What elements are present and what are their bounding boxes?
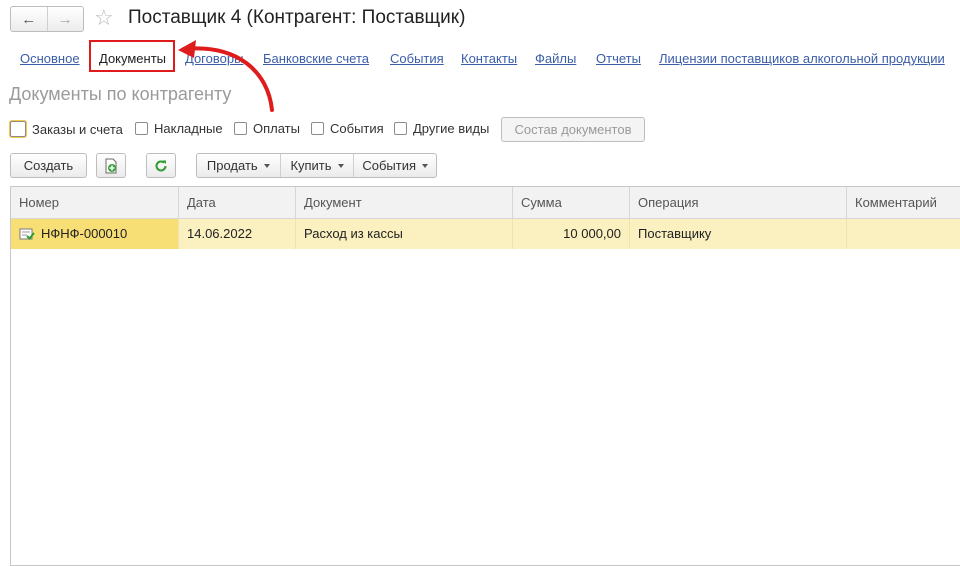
add-document-icon — [105, 158, 117, 173]
column-header-number[interactable]: Номер — [11, 187, 179, 218]
back-button[interactable]: ← — [11, 7, 47, 31]
column-header-comment[interactable]: Комментарий — [847, 187, 960, 218]
window-title: Поставщик 4 (Контрагент: Поставщик) — [128, 7, 466, 28]
cell-date[interactable]: 14.06.2022 — [179, 219, 296, 249]
column-header-operation[interactable]: Операция — [630, 187, 847, 218]
create-button[interactable]: Создать — [10, 153, 87, 178]
column-header-sum[interactable]: Сумма — [513, 187, 630, 218]
buy-dropdown[interactable]: Купить — [279, 154, 354, 177]
filter-orders-checkbox[interactable]: Заказы и счета — [10, 121, 123, 137]
events-dropdown[interactable]: События — [353, 154, 436, 177]
arrow-left-icon: ← — [21, 10, 37, 28]
documents-table: Номер Дата Документ Сумма Операция Комме… — [10, 186, 960, 566]
section-title: Документы по контрагенту — [9, 84, 232, 104]
tab-reports[interactable]: Отчеты — [596, 51, 641, 67]
tab-licenses[interactable]: Лицензии поставщиков алкогольной продукц… — [659, 51, 945, 67]
add-document-button[interactable] — [96, 153, 126, 178]
chevron-down-icon — [263, 163, 270, 168]
filter-invoices-checkbox[interactable]: Накладные — [135, 121, 223, 136]
sell-dropdown[interactable]: Продать — [197, 154, 280, 177]
checkbox-box — [135, 122, 148, 135]
column-header-document[interactable]: Документ — [296, 187, 513, 218]
cell-operation[interactable]: Поставщику — [630, 219, 847, 249]
navigation-buttons: ← → — [10, 6, 84, 32]
cell-number[interactable]: НФНФ-000010 — [11, 219, 179, 249]
tab-main[interactable]: Основное — [20, 51, 80, 67]
checkbox-box — [234, 122, 247, 135]
filter-events-checkbox[interactable]: События — [311, 121, 384, 136]
forward-button[interactable]: → — [46, 7, 84, 31]
tab-contracts[interactable]: Договоры — [185, 51, 243, 67]
cell-document[interactable]: Расход из кассы — [296, 219, 513, 249]
cell-comment[interactable] — [847, 219, 960, 249]
filter-payments-checkbox[interactable]: Оплаты — [234, 121, 300, 136]
chevron-down-icon — [337, 163, 344, 168]
refresh-icon — [155, 159, 167, 171]
tab-events[interactable]: События — [390, 51, 444, 67]
checkbox-box — [394, 122, 407, 135]
chevron-down-icon — [422, 163, 429, 168]
tab-files[interactable]: Файлы — [535, 51, 576, 67]
checkbox-box — [311, 122, 324, 135]
checkbox-box — [10, 121, 26, 137]
tab-bank-accounts[interactable]: Банковские счета — [263, 51, 369, 67]
table-row[interactable]: НФНФ-000010 14.06.2022 Расход из кассы 1… — [11, 219, 960, 249]
arrow-right-icon: → — [57, 10, 73, 28]
filter-other-checkbox[interactable]: Другие виды — [394, 121, 489, 136]
posted-document-icon — [19, 228, 35, 240]
column-header-date[interactable]: Дата — [179, 187, 296, 218]
cell-sum[interactable]: 10 000,00 — [513, 219, 630, 249]
refresh-button[interactable] — [146, 153, 176, 178]
documents-composition-button[interactable]: Состав документов — [501, 117, 645, 142]
table-header: Номер Дата Документ Сумма Операция Комме… — [11, 187, 960, 219]
actions-toolbar: Продать Купить События — [196, 153, 437, 178]
active-tab-highlight — [89, 40, 175, 72]
star-icon[interactable]: ☆ — [94, 6, 114, 30]
tab-contacts[interactable]: Контакты — [461, 51, 517, 67]
